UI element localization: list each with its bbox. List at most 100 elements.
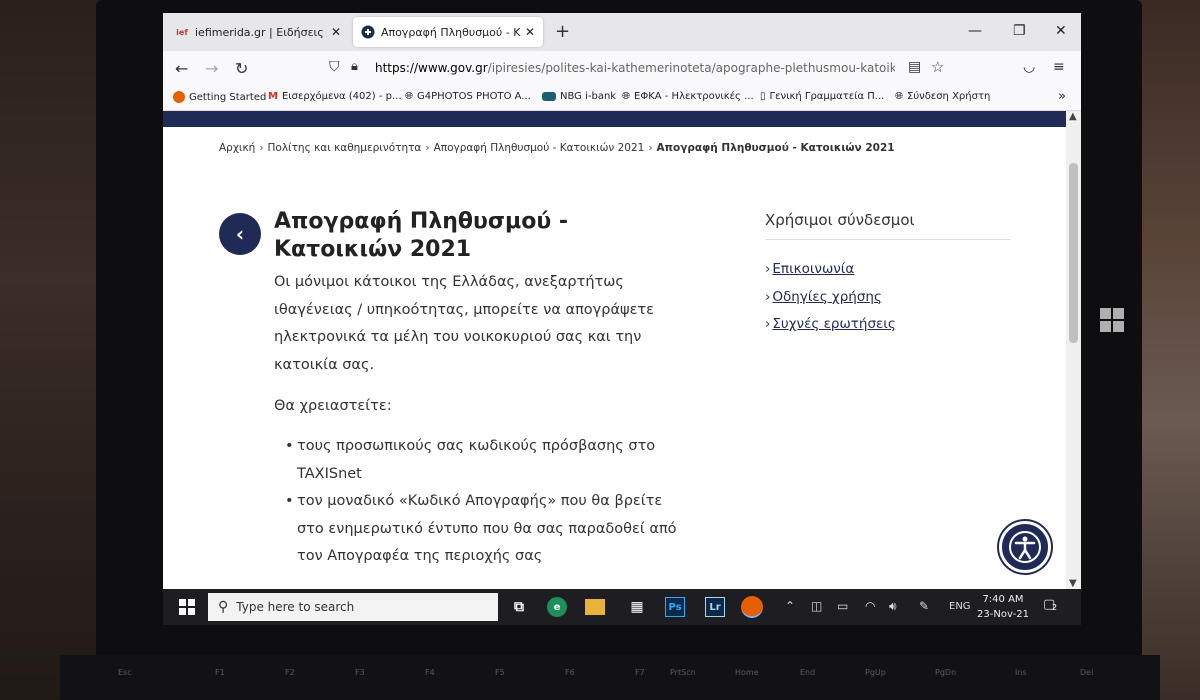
close-tab-icon[interactable]: ✕ [525,25,535,39]
key-esc: Esc [118,668,132,677]
key-home: Home [735,668,759,677]
restore-icon[interactable]: ❐ [1013,23,1026,39]
url-bar[interactable]: ⛉ 🔒︎ https://www.gov.gr/ipiresies/polite… [323,56,953,82]
forward-arrow-icon[interactable]: → [205,59,218,78]
close-tab-icon[interactable]: ✕ [331,25,341,39]
windows-logo-icon [1100,308,1124,332]
intro-paragraph: Οι μόνιμοι κάτοικοι της Ελλάδας, ανεξαρτ… [274,274,654,373]
pen-icon[interactable]: ✎ [919,599,929,613]
bookmark-label: G4PHOTOS PHOTO A... [417,91,531,102]
battery-icon[interactable]: ▭ [837,599,848,613]
taskbar-clock[interactable]: 7:40 AM 23-Nov-21 [973,592,1033,622]
scroll-down-icon[interactable]: ▼ [1069,578,1077,589]
bookmark-label: NBG i-bank [560,91,617,102]
task-view-icon[interactable]: ⧉ [507,595,531,619]
breadcrumb: Αρχική › Πολίτης και καθημερινότητα › Απογρα… [219,142,895,154]
chevron-right-icon: › [425,142,430,154]
new-tab-icon[interactable]: + [555,21,570,42]
minimize-icon[interactable]: — [968,23,982,39]
key-f3: F3 [355,668,365,677]
bookmark-gen-grammateia[interactable]: ▯ Γενική Γραμματεία Π... [760,91,884,102]
store-icon[interactable]: ▦ [625,595,649,619]
breadcrumb-census[interactable]: Απογραφή Πληθυσμού - Κατοικιών 2021 [434,142,645,154]
start-button-icon[interactable] [179,599,195,615]
accessibility-button[interactable] [999,521,1051,573]
bookmark-nbg[interactable]: NBG i-bank [542,91,616,102]
page-scrollbar[interactable]: ▲ ▼ [1066,111,1081,589]
useful-links-panel: Χρήσιμοι σύνδεσμοι › Επικοινωνία › Οδηγίες… [765,211,1011,339]
bookmark-g4photos[interactable]: 🌐︎ G4PHOTOS PHOTO A... [405,91,531,102]
reader-view-icon[interactable]: ▤ [908,59,921,75]
menu-icon[interactable]: ≡ [1053,59,1065,75]
useful-links-title: Χρήσιμοι σύνδεσμοι [765,211,1011,240]
search-icon: ⚲ [218,599,229,615]
tab-label: iefimerida.gr | Ειδήσεις και νέα [195,25,327,39]
key-pgup: PgUp [865,668,886,677]
reload-icon[interactable]: ↻ [235,59,248,78]
bookmark-gmail[interactable]: M Εισερχόμενα (402) - p... [268,91,402,102]
chevron-right-icon: › [765,316,771,332]
shield-icon[interactable]: ⛉ [329,59,340,75]
link-label: Συχνές ερωτήσεις [772,316,896,332]
gov-favicon-icon [361,25,375,39]
wifi-icon[interactable]: ◠ [865,599,875,613]
link-instructions[interactable]: › Οδηγίες χρήσης [765,284,1011,312]
key-f7: F7 [635,668,645,677]
clock-time: 7:40 AM [982,594,1024,605]
navigation-bar: ← → ↻ ⛉ 🔒︎ https://www.gov.gr/ipiresies/… [163,51,1081,87]
link-contact[interactable]: › Επικοινωνία [765,256,1011,284]
back-button[interactable]: ‹ [219,213,261,255]
bookmark-efka[interactable]: 🌐︎ ΕΦΚΑ - Ηλεκτρονικές ... [622,91,754,102]
window-close-icon[interactable]: ✕ [1055,23,1067,39]
lock-icon[interactable]: 🔒︎ [351,59,358,74]
bookmark-syndesi[interactable]: 🌐︎ Σύνδεση Χρήστη [895,91,990,102]
useful-links-list: › Επικοινωνία › Οδηγίες χρήσης › Συχνές ερω… [765,256,1011,339]
firefox-taskbar-icon[interactable] [741,596,763,618]
gmail-icon: M [268,91,278,102]
site-header-stripe [163,111,1066,127]
bookmark-star-icon[interactable]: ☆ [931,58,944,76]
back-arrow-icon[interactable]: ← [175,59,188,78]
url-path: /ipiresies/polites-kai-kathemerinoteta/a… [487,61,895,75]
file-explorer-icon[interactable] [585,599,605,615]
url-text[interactable]: https://www.gov.gr/ipiresies/polites-kai… [375,61,895,75]
windows-taskbar: ⚲ Type here to search ⧉ e ▦ Ps Lr ⌃ ◫ ▭ … [163,589,1081,625]
scroll-thumb[interactable] [1069,163,1078,343]
page-title-line1: Απογραφή Πληθυσμού - [274,209,568,234]
breadcrumb-home[interactable]: Αρχική [219,142,255,154]
web-page: Αρχική › Πολίτης και καθημερινότητα › Απογρα… [163,111,1066,589]
volume-icon[interactable]: 🔊︎ [889,599,897,614]
taskbar-search-box[interactable]: ⚲ Type here to search [208,593,498,621]
language-indicator[interactable]: ENG [949,601,971,612]
page-title-line2: Κατοικιών 2021 [274,237,472,262]
bookmark-getting-started[interactable]: Getting Started [173,91,266,103]
background-left [0,0,110,700]
link-label: Οδηγίες χρήσης [772,288,882,305]
bookmark-label: Getting Started [189,91,267,103]
document-icon: ▯ [760,91,766,102]
tab-bar: ief iefimerida.gr | Ειδήσεις και νέα ✕ Α… [163,13,1081,51]
chevron-left-icon: ‹ [235,222,245,246]
tab-iefimerida[interactable]: ief iefimerida.gr | Ειδήσεις και νέα ✕ [167,17,349,47]
bookmark-label: Σύνδεση Χρήστη [907,91,991,102]
tab-label: Απογραφή Πληθυσμού - Κατοι [381,25,521,39]
page-title: Απογραφή Πληθυσμού - Κατοικιών 2021 [274,208,604,264]
key-f4: F4 [425,668,435,677]
scroll-up-icon[interactable]: ▲ [1069,111,1077,122]
tab-apografi[interactable]: Απογραφή Πληθυσμού - Κατοι ✕ [353,17,543,47]
meet-now-icon[interactable]: ◫ [811,599,822,613]
breadcrumb-citizens[interactable]: Πολίτης και καθημερινότητα [268,142,422,154]
more-bookmarks-icon[interactable]: » [1058,89,1066,104]
photoshop-icon[interactable]: Ps [665,597,685,617]
key-prtscn: PrtScn [670,668,696,677]
link-faq[interactable]: › Συχνές ερωτήσεις [765,311,1011,339]
chevron-up-icon[interactable]: ⌃ [785,599,795,613]
notification-count: 2 [1052,603,1058,612]
key-ins: Ins [1015,668,1027,677]
pocket-icon[interactable]: ◡ [1023,59,1035,75]
search-placeholder: Type here to search [236,600,355,614]
lightroom-icon[interactable]: Lr [705,597,725,617]
keyboard [60,655,1160,700]
edge-icon[interactable]: e [547,597,567,617]
nbg-icon [542,92,556,101]
